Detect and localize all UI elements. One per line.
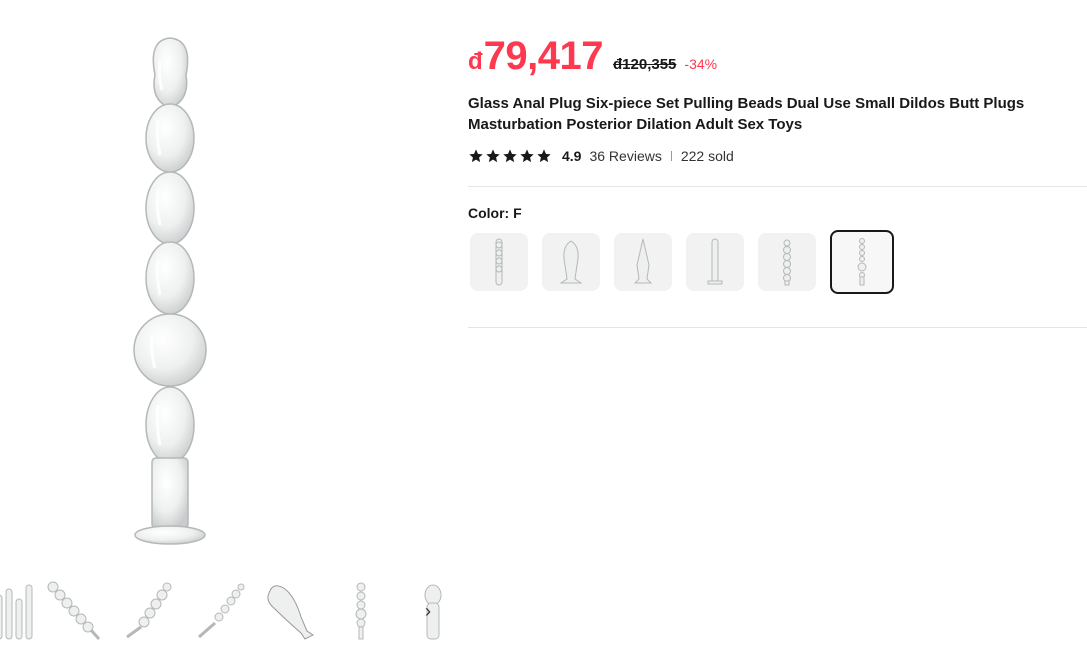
price-row: đ 79,417 đ120,355 -34% — [468, 34, 717, 79]
sold-count: 222 sold — [680, 148, 734, 164]
divider — [670, 151, 672, 161]
thumbnail-set[interactable] — [0, 575, 50, 647]
chevron-right-icon[interactable]: › — [418, 599, 438, 623]
swatch-image — [783, 239, 791, 286]
thumbnail-beads-image — [355, 582, 367, 640]
color-swatches — [470, 230, 894, 294]
glass-beads-image — [133, 37, 207, 545]
thumbnail-set-image — [0, 584, 33, 640]
divider — [468, 327, 1087, 328]
thumbnail-single-bead[interactable] — [331, 575, 391, 647]
thumbnail-beads-2[interactable] — [117, 575, 177, 647]
thumbnail-beads-3[interactable] — [189, 575, 249, 647]
star-icon — [469, 149, 483, 163]
swatch-image — [633, 238, 653, 284]
thumbnail-beads-image — [47, 581, 101, 640]
swatch-image — [559, 240, 583, 284]
reviews-link[interactable]: 36 Reviews — [589, 148, 661, 164]
thumbnail-strip: › — [0, 575, 445, 651]
star-icon — [503, 149, 517, 163]
original-price: đ120,355 — [613, 56, 677, 73]
product-title: Glass Anal Plug Six-piece Set Pulling Be… — [468, 95, 1025, 133]
star-icon — [486, 149, 500, 163]
thumbnail-plug[interactable] — [261, 575, 321, 647]
main-product-image[interactable] — [60, 20, 290, 560]
color-label: Color: F — [468, 205, 522, 221]
thumbnail-beads-image — [126, 582, 172, 639]
swatch-image — [857, 238, 867, 286]
color-swatch-f[interactable] — [830, 230, 894, 294]
color-swatch-e[interactable] — [758, 233, 816, 291]
color-swatch-b[interactable] — [542, 233, 600, 291]
swatch-image — [707, 238, 723, 285]
star-icon — [537, 149, 551, 163]
color-swatch-c[interactable] — [614, 233, 672, 291]
current-price: 79,417 — [483, 34, 604, 78]
price-currency: đ — [468, 48, 483, 75]
product-gallery: › — [0, 0, 450, 657]
rating-row: 4.9 36 Reviews 222 sold — [468, 148, 734, 164]
swatch-image — [495, 238, 503, 286]
color-swatch-a[interactable] — [470, 233, 528, 291]
star-rating — [468, 148, 552, 164]
color-swatch-d[interactable] — [686, 233, 744, 291]
discount-badge: -34% — [684, 56, 718, 72]
thumbnail-plug-image — [267, 585, 314, 640]
thumbnail-beads-image — [198, 583, 245, 639]
rating-value: 4.9 — [562, 148, 582, 164]
thumbnail-beads-diagonal[interactable] — [45, 575, 105, 647]
star-icon — [520, 149, 534, 163]
divider — [468, 186, 1087, 187]
